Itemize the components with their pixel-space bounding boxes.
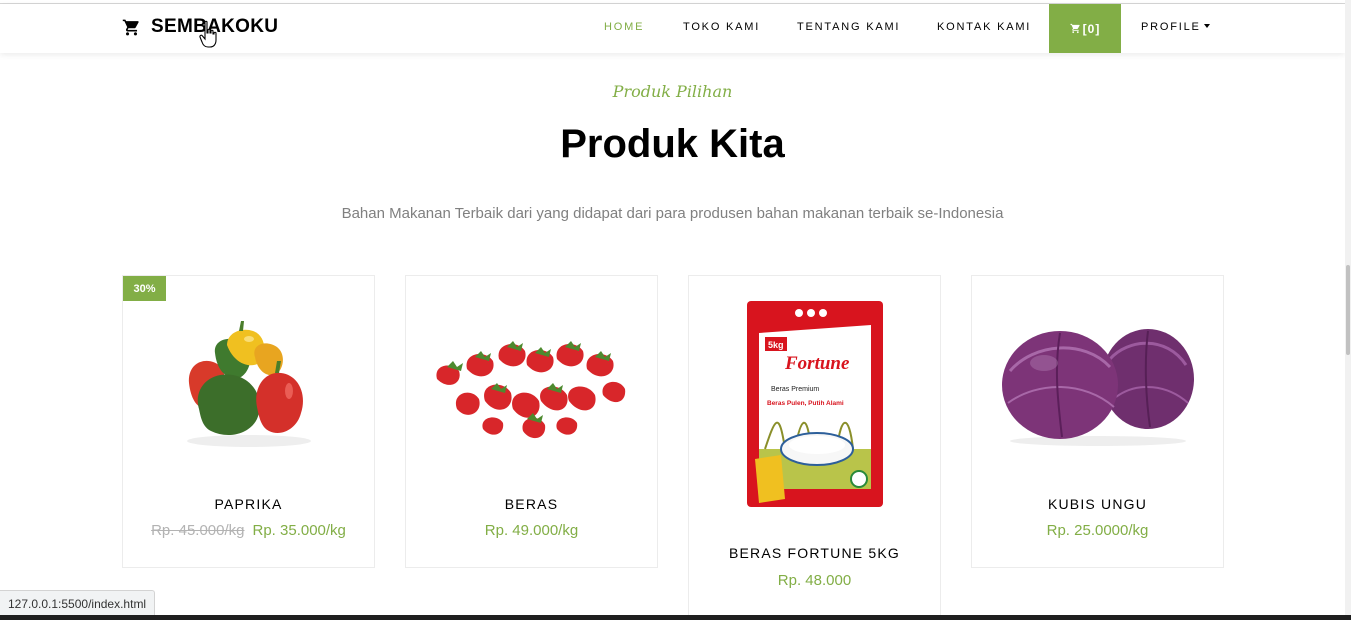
cart-icon [1070,23,1080,34]
product-price: Rp. 48.000 [777,572,852,589]
rice-bag-image[interactable]: 5kg Fortune Beras Premium Beras Pulen, P… [689,276,940,531]
package-line2: Beras Pulen, Putih Alami [767,400,844,407]
nav-kontak-kami[interactable]: KONTAK KAMI [937,21,1031,33]
nav-home[interactable]: HOME [604,21,644,33]
product-card[interactable]: KUBIS UNGU Rp. 25.0000/kg [971,275,1224,568]
nav-profile-dropdown[interactable]: PROFILE [1141,21,1210,33]
nav-tentang-kami[interactable]: TENTANG KAMI [797,21,900,33]
paprika-image[interactable] [123,276,374,491]
cart-icon [122,19,139,35]
product-name[interactable]: BERAS FORTUNE 5KG [689,545,940,561]
status-bar-url: 127.0.0.1:5500/index.html [0,590,156,617]
product-card[interactable]: 30% PAPRIKA Rp. 45.000/kg Rp. 35.000/kg [122,275,375,568]
product-name[interactable]: KUBIS UNGU [972,496,1223,512]
package-brand: Fortune [784,353,850,374]
cart-button[interactable]: [0] [1049,4,1121,53]
profile-label: PROFILE [1141,21,1201,33]
product-price: Rp. 45.000/kg Rp. 35.000/kg [123,522,374,539]
product-price: Rp. 25.0000/kg [1046,522,1149,539]
taskbar-edge [0,615,1351,620]
nav-toko-kami[interactable]: TOKO KAMI [683,21,760,33]
product-price: Rp. 49.000/kg [484,522,579,539]
red-cabbage-image[interactable] [972,276,1223,491]
package-line1: Beras Premium [771,386,819,393]
old-price: Rp. 45.000/kg [151,522,245,539]
discount-badge: 30% [123,276,166,301]
section-lead: Bahan Makanan Terbaik dari yang didapat … [341,205,1004,222]
strawberry-image[interactable] [406,276,657,491]
section-heading: Produk Kita [560,122,785,166]
product-name[interactable]: PAPRIKA [123,496,374,512]
caret-down-icon [1203,24,1210,28]
cart-count: [0] [1082,21,1101,36]
package-weight: 5kg [768,340,784,350]
product-name[interactable]: BERAS [406,496,657,512]
page-scrollbar[interactable] [1345,0,1351,615]
scrollbar-thumb[interactable] [1346,265,1350,355]
section-subheading: Produk Pilihan [612,82,733,101]
new-price: Rp. 35.000/kg [252,522,346,539]
product-card[interactable]: BERAS Rp. 49.000/kg [405,275,658,568]
product-card[interactable]: 5kg Fortune Beras Premium Beras Pulen, P… [688,275,941,620]
hand-cursor-icon [199,20,217,48]
